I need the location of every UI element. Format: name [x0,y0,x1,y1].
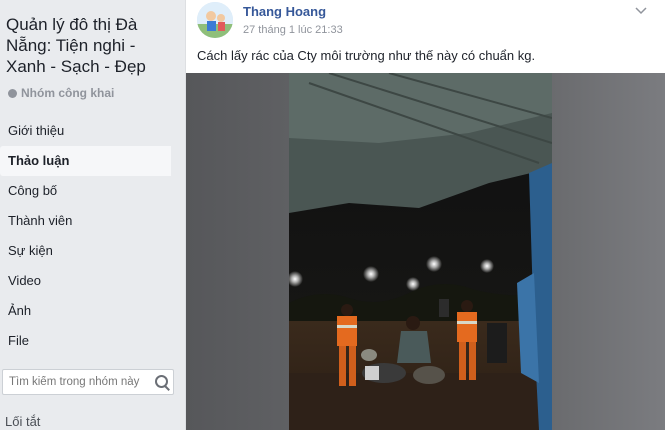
group-privacy: Nhóm công khai [8,86,114,100]
post-text: Cách lấy rác của Cty môi trường như thế … [197,48,536,63]
group-title[interactable]: Quản lý đô thị Đà Nẵng: Tiện nghi - Xanh… [6,14,178,77]
avatar[interactable] [197,2,233,38]
nav-item-about[interactable]: Giới thiệu [0,116,174,146]
video-blur-left [186,73,289,430]
group-sidebar: Quản lý đô thị Đà Nẵng: Tiện nghi - Xanh… [0,0,182,430]
nav-item-files[interactable]: File [0,326,174,356]
nav-item-events[interactable]: Sự kiện [0,236,174,266]
search-placeholder: Tìm kiếm trong nhóm này [9,376,140,388]
group-privacy-label: Nhóm công khai [21,86,115,100]
nav-item-announcements[interactable]: Công bố [0,176,174,206]
shortcuts-heading: Lối tắt [5,414,41,429]
video-blur-right [552,73,665,430]
nav-item-videos[interactable]: Video [0,266,174,296]
globe-icon [8,88,17,98]
post-author[interactable]: Thang Hoang [243,4,326,19]
search-icon[interactable] [151,371,173,393]
video-scene [289,73,552,430]
nav-item-members[interactable]: Thành viên [0,206,174,236]
video-frame[interactable] [289,73,552,430]
post-card: Thang Hoang 27 tháng 1 lúc 21:33 Cách lấ… [185,0,665,430]
group-nav: Giới thiệu Thảo luận Công bố Thành viên … [0,116,176,356]
post-timestamp[interactable]: 27 tháng 1 lúc 21:33 [243,24,343,36]
nav-item-discussion[interactable]: Thảo luận [0,146,174,176]
post-video[interactable] [186,73,665,430]
chevron-down-icon[interactable] [635,4,647,16]
group-search-input[interactable]: Tìm kiếm trong nhóm này [2,369,174,395]
nav-item-photos[interactable]: Ảnh [0,296,174,326]
